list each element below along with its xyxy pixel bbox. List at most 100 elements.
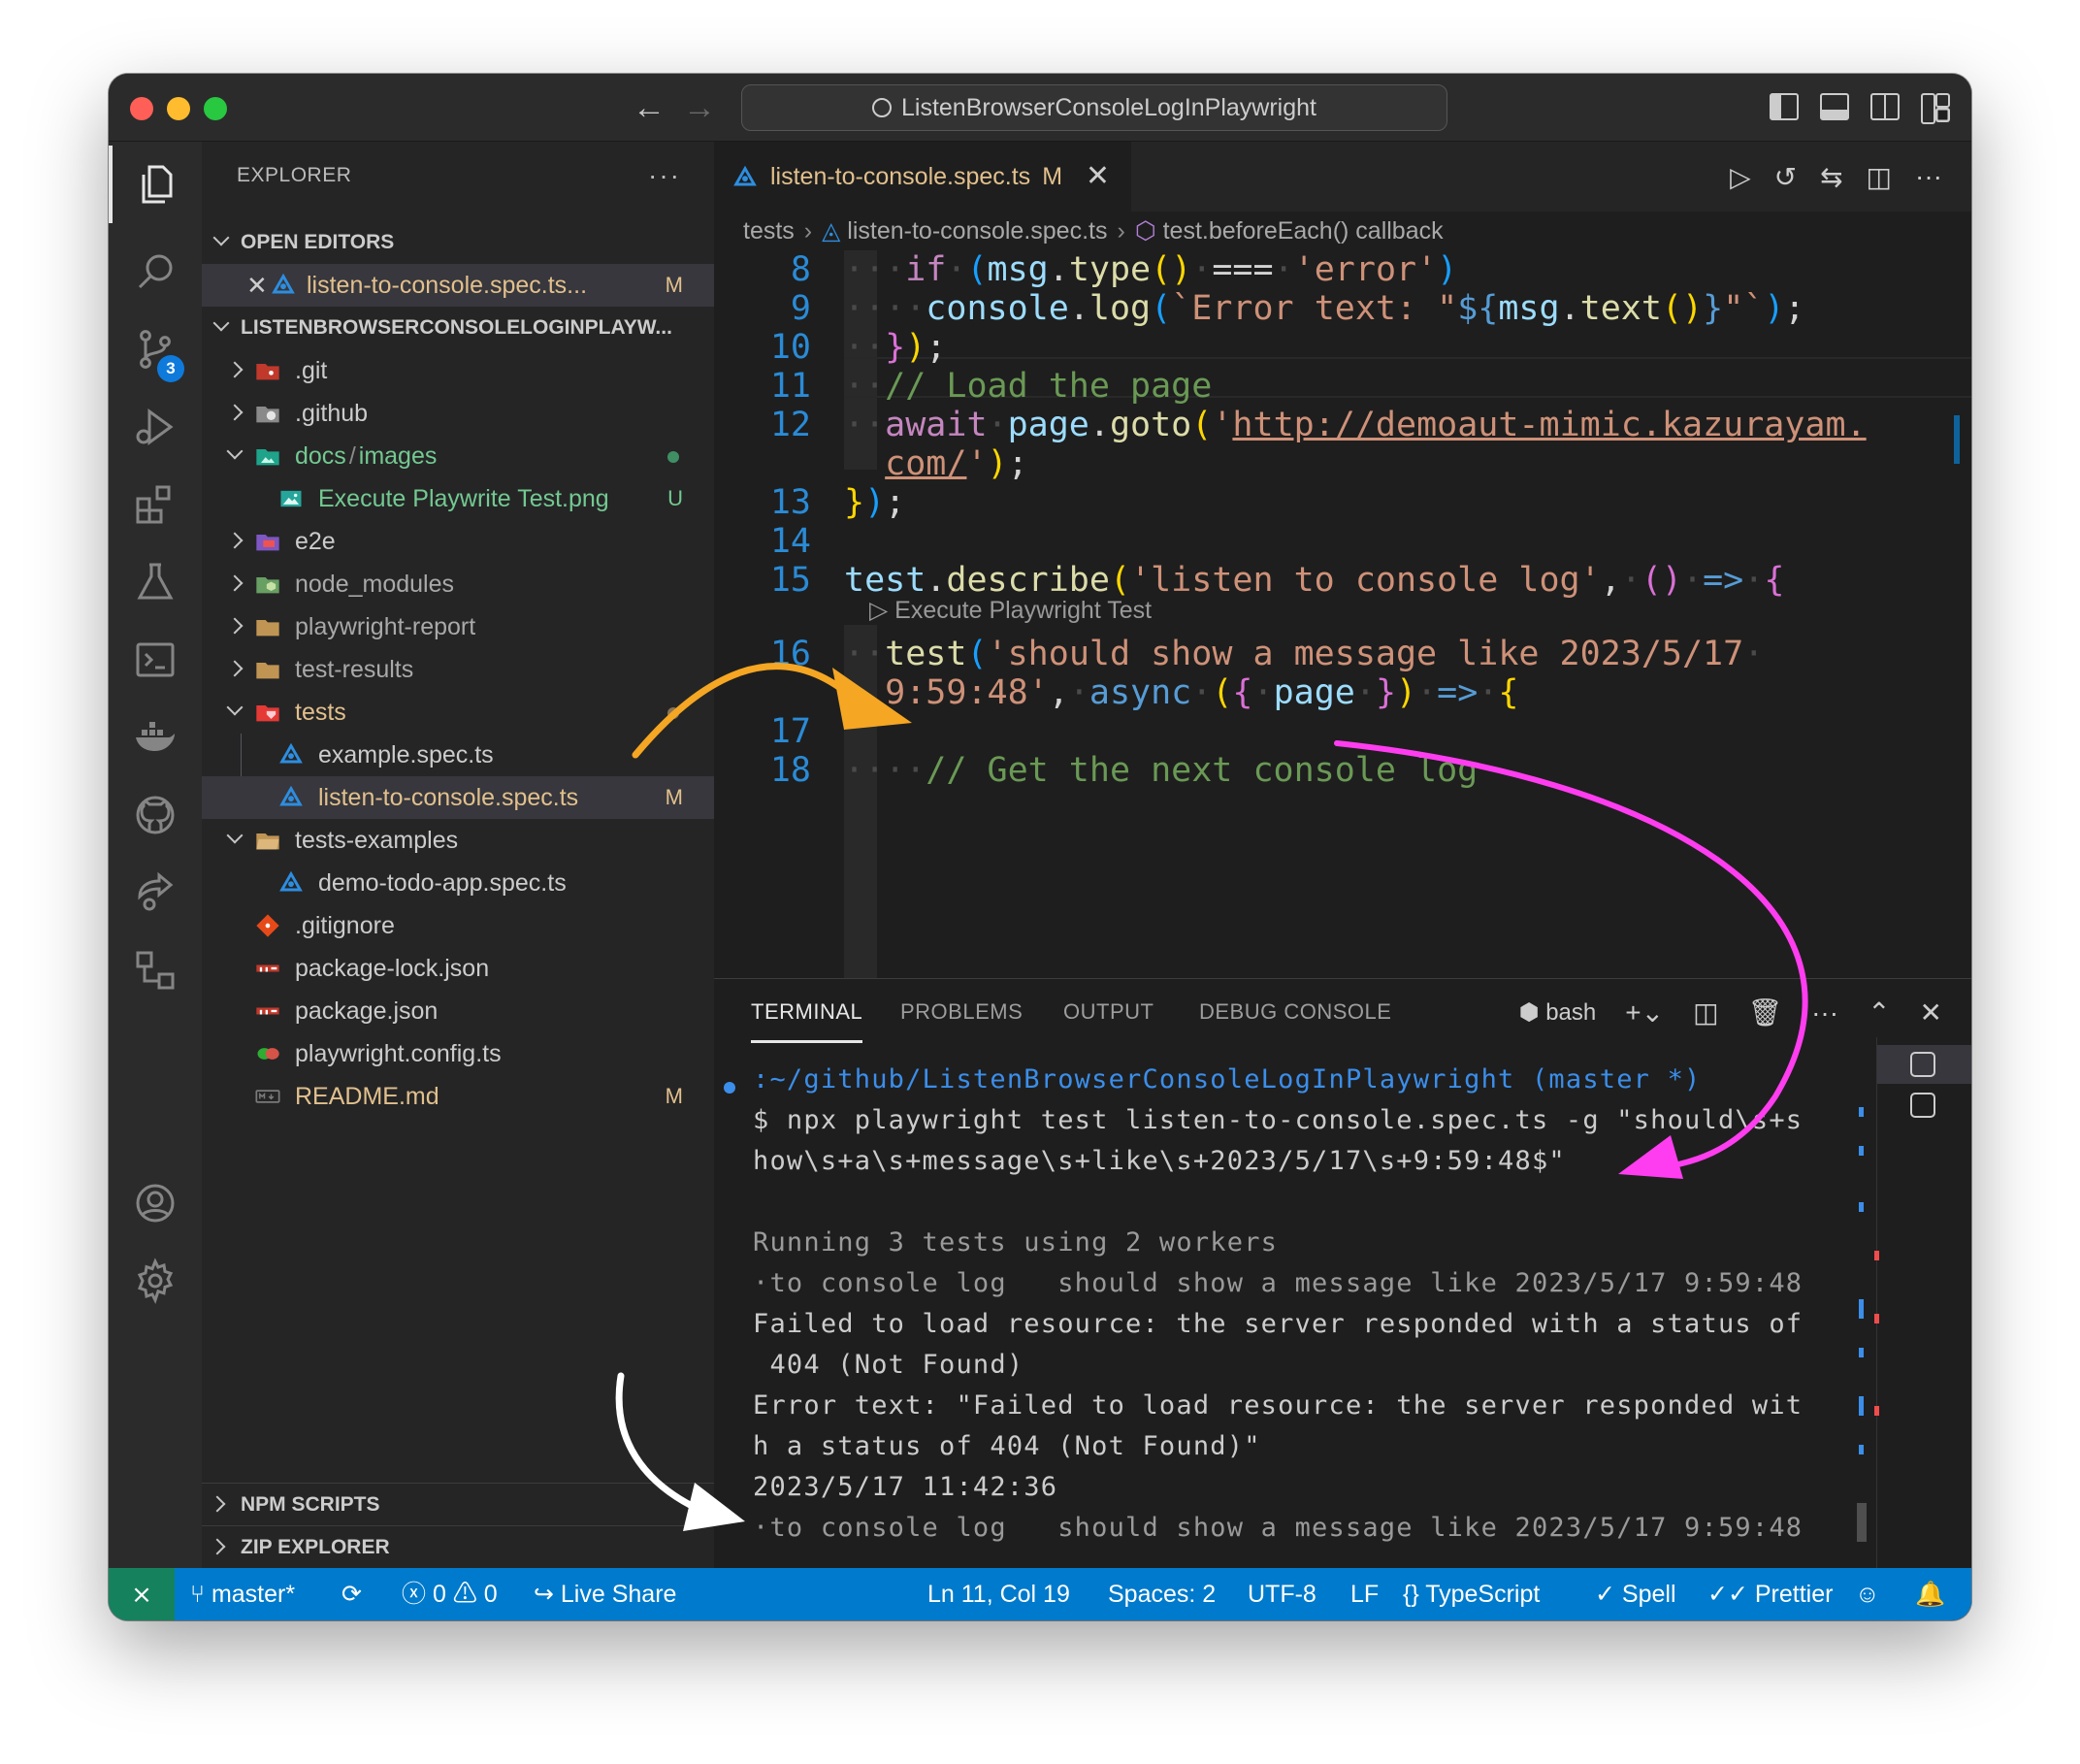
tab-debug-console[interactable]: DEBUG CONSOLE <box>1199 979 1391 1047</box>
live-share-button[interactable]: ↪ Live Share <box>534 1568 676 1620</box>
docker-icon[interactable] <box>109 699 202 776</box>
open-editors-section[interactable]: OPEN EDITORS <box>202 221 714 264</box>
tree-file-execute-png[interactable]: Execute Playwrite Test.png U <box>202 477 714 520</box>
split-terminal-icon[interactable]: ◫ <box>1693 996 1718 1029</box>
cube-icon: ⬡ <box>1134 217 1163 245</box>
prettier-status[interactable]: ✓✓ Prettier <box>1707 1568 1833 1620</box>
accounts-icon[interactable] <box>109 1164 202 1242</box>
sync-icon[interactable]: ⟳ <box>341 1568 362 1620</box>
new-terminal-icon[interactable]: +⌄ <box>1625 996 1664 1029</box>
terminal-instance-icon[interactable] <box>1910 1093 1935 1118</box>
maximize-panel-icon[interactable]: ⌃ <box>1868 996 1890 1029</box>
settings-gear-icon[interactable] <box>109 1242 202 1320</box>
project-section[interactable]: LISTENBROWSERCONSOLELOGINPLAYW... <box>202 307 714 349</box>
tab-output[interactable]: OUTPUT <box>1063 979 1154 1047</box>
split-editor-icon[interactable]: ◫ <box>1867 161 1892 193</box>
tab-problems[interactable]: PROBLEMS <box>900 979 1023 1047</box>
breadcrumb-item-tests[interactable]: tests <box>743 217 795 245</box>
tree-file-example-spec[interactable]: example.spec.ts <box>202 734 714 776</box>
run-debug-icon[interactable] <box>109 388 202 466</box>
branch-indicator[interactable]: ⑂ master* <box>190 1568 295 1620</box>
code-line: ····// Get the next console log <box>844 751 1479 790</box>
close-panel-icon[interactable]: ✕ <box>1920 996 1942 1029</box>
zip-explorer-section[interactable]: ZIP EXPLORER <box>202 1525 714 1568</box>
command-center-search[interactable]: ListenBrowserConsoleLogInPlaywright <box>741 84 1447 131</box>
indentation-setting[interactable]: Spaces: 2 <box>1108 1568 1216 1620</box>
tree-file-readme[interactable]: README.md M <box>202 1075 714 1118</box>
tree-file-playwright-config[interactable]: playwright.config.ts <box>202 1032 714 1075</box>
tree-file-listen-to-console-spec[interactable]: listen-to-console.spec.ts M <box>202 776 714 819</box>
run-test-icon[interactable]: ▷ <box>1730 161 1751 193</box>
tree-folder-tests-examples[interactable]: tests-examples <box>202 819 714 862</box>
code-line: ··// Load the page <box>844 367 1213 406</box>
remote-indicator-icon[interactable]: ⨯ <box>109 1568 175 1620</box>
tree-folder-e2e[interactable]: e2e <box>202 520 714 563</box>
tree-folder-git[interactable]: .git <box>202 349 714 392</box>
close-window-button[interactable] <box>130 97 153 120</box>
terminal-instance-icon[interactable] <box>1910 1052 1935 1077</box>
compare-changes-icon[interactable]: ⇆ <box>1820 161 1842 193</box>
toggle-panel-icon[interactable] <box>1820 93 1849 120</box>
close-tab-icon[interactable]: ✕ <box>1086 144 1110 210</box>
tree-folder-node-modules[interactable]: node_modules <box>202 563 714 605</box>
tree-folder-docs-images[interactable]: docs / images <box>202 435 714 477</box>
tree-folder-tests[interactable]: tests <box>202 691 714 734</box>
code-view[interactable]: 8 ···if·(msg.type()·===·'error') 9 ····c… <box>714 250 1971 978</box>
customize-layout-icon[interactable] <box>1921 93 1950 124</box>
codelens-run-test[interactable]: ▷ Execute Playwright Test <box>869 596 1152 625</box>
remote-tree-icon[interactable] <box>109 931 202 1009</box>
git-file-icon <box>256 914 279 937</box>
breadcrumb-item-symbol[interactable]: test.beforeEach() callback <box>1163 217 1444 245</box>
notifications-bell-icon[interactable]: 🔔 <box>1915 1568 1945 1620</box>
spell-check[interactable]: ✓ Spell <box>1595 1568 1676 1620</box>
terminal-scrollbar[interactable] <box>1857 1503 1867 1542</box>
testing-flask-icon[interactable] <box>109 543 202 621</box>
editor-tab-listen-to-console[interactable]: listen-to-console.spec.ts M ✕ <box>714 142 1131 212</box>
trash-icon[interactable]: 🗑 <box>1748 996 1783 1029</box>
tree-folder-playwright-report[interactable]: playwright-report <box>202 605 714 648</box>
language-mode[interactable]: {} TypeScript <box>1403 1568 1540 1620</box>
live-share-icon[interactable] <box>109 854 202 931</box>
line-number: 12 <box>769 406 811 444</box>
github-icon[interactable] <box>109 776 202 854</box>
open-editor-item[interactable]: ✕ listen-to-console.spec.ts... M <box>202 264 714 307</box>
more-actions-icon[interactable]: ··· <box>1811 997 1838 1029</box>
more-actions-icon[interactable]: ··· <box>648 142 681 210</box>
tab-label: listen-to-console.spec.ts <box>770 163 1031 190</box>
warning-icon: ⚠ <box>452 1581 484 1608</box>
problems-indicator[interactable]: ⓧ 0 ⚠ 0 <box>402 1568 498 1620</box>
feedback-icon[interactable]: ☺ <box>1855 1568 1880 1620</box>
scrollbar-marker[interactable] <box>1954 415 1960 464</box>
explorer-sidebar: EXPLORER ··· OPEN EDITORS ✕ listen-to-co… <box>202 142 714 1568</box>
search-icon[interactable] <box>109 233 202 310</box>
breadcrumb-item-file[interactable]: listen-to-console.spec.ts <box>847 217 1107 245</box>
toggle-secondary-sidebar-icon[interactable] <box>1870 93 1900 120</box>
maximize-window-button[interactable] <box>204 97 227 120</box>
tab-terminal[interactable]: TERMINAL <box>751 979 863 1043</box>
terminal-output[interactable]: :~/github/ListenBrowserConsoleLogInPlayw… <box>714 1064 1859 1543</box>
forward-arrow-icon[interactable]: → <box>683 89 716 126</box>
tree-folder-test-results[interactable]: test-results <box>202 648 714 691</box>
tree-file-demo-todo-app-spec[interactable]: demo-todo-app.spec.ts <box>202 862 714 904</box>
tree-file-package-json[interactable]: package.json <box>202 990 714 1032</box>
more-actions-icon[interactable]: ··· <box>1915 161 1942 193</box>
encoding-setting[interactable]: UTF-8 <box>1248 1568 1316 1620</box>
tree-file-package-lock-json[interactable]: package-lock.json <box>202 947 714 990</box>
timeline-history-icon[interactable]: ↺ <box>1774 161 1797 193</box>
toggle-primary-sidebar-icon[interactable] <box>1770 93 1799 120</box>
cursor-position[interactable]: Ln 11, Col 19 <box>927 1568 1070 1620</box>
tree-label: .gitignore <box>295 912 395 939</box>
remote-explorer-icon[interactable] <box>109 621 202 699</box>
minimize-window-button[interactable] <box>167 97 190 120</box>
tree-folder-github[interactable]: .github <box>202 392 714 435</box>
close-editor-icon[interactable]: ✕ <box>246 264 268 307</box>
npm-scripts-section[interactable]: NPM SCRIPTS <box>202 1483 714 1525</box>
command-decoration-dot[interactable] <box>724 1082 735 1094</box>
tree-file-gitignore[interactable]: .gitignore <box>202 904 714 947</box>
eol-setting[interactable]: LF <box>1350 1568 1379 1620</box>
explorer-icon[interactable] <box>109 146 202 223</box>
source-control-icon[interactable]: 3 <box>109 310 202 388</box>
back-arrow-icon[interactable]: ← <box>633 89 666 126</box>
terminal-shell-selector[interactable]: ⬢ bash <box>1519 998 1597 1027</box>
extensions-icon[interactable] <box>109 466 202 543</box>
